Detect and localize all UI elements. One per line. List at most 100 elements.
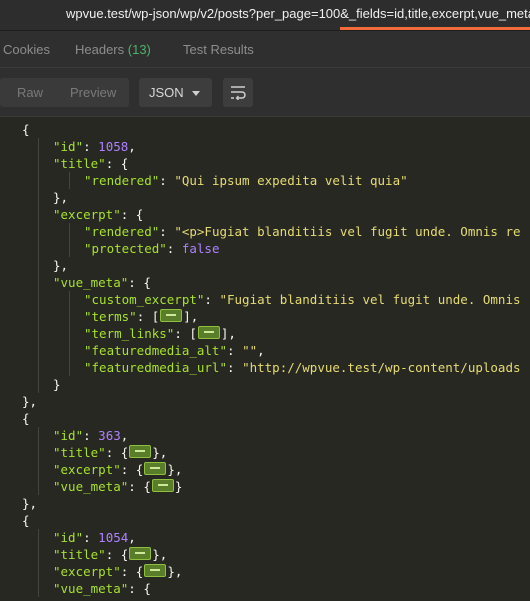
indent-guide (38, 138, 39, 393)
json-key: "rendered" (84, 224, 160, 239)
json-punctuation: }, (53, 190, 69, 205)
json-punctuation: { (22, 411, 30, 426)
collapsed-expand-icon[interactable] (129, 445, 152, 458)
json-punctuation: : (227, 360, 243, 375)
json-line: "rendered": "Qui ipsum expedita velit qu… (84, 172, 408, 189)
json-line: "featuredmedia_alt": "", (84, 342, 265, 359)
json-line: "vue_meta": { (53, 580, 151, 597)
json-key: "title" (53, 445, 106, 460)
json-punctuation: }, (152, 547, 168, 562)
raw-button[interactable]: Raw (17, 85, 43, 100)
json-punctuation: }, (152, 445, 168, 460)
tab-headers[interactable]: Headers (13) (75, 42, 151, 57)
collapsed-expand-icon[interactable] (151, 479, 174, 492)
headers-count-badge: (13) (127, 42, 151, 57)
json-punctuation: }, (167, 564, 183, 579)
json-key: "id" (53, 530, 84, 545)
json-punctuation: : (83, 530, 99, 545)
json-string: "http://wpvue.test/wp-content/uploads (242, 360, 521, 375)
indent-guide (69, 223, 70, 257)
json-line: "id": 363, (53, 427, 128, 444)
indent-guide (38, 427, 39, 495)
json-punctuation: : { (128, 479, 151, 494)
json-punctuation: ], (183, 309, 199, 324)
preview-button[interactable]: Preview (70, 85, 116, 100)
format-select-value: JSON (149, 85, 184, 100)
json-line: }, (53, 257, 68, 274)
collapsed-expand-icon[interactable] (144, 462, 167, 475)
json-line: "title": { (53, 155, 128, 172)
json-line: { (22, 121, 30, 138)
url-bar[interactable]: wpvue.test/wp-json/wp/v2/posts?per_page=… (0, 0, 530, 31)
json-key: "vue_meta" (53, 479, 129, 494)
json-line: "excerpt": { (53, 206, 143, 223)
tab-cookies[interactable]: Cookies (3, 42, 50, 57)
json-string: "Qui ipsum expedita velit quia" (174, 173, 408, 188)
indent-guide (38, 529, 39, 597)
json-line: { (22, 410, 30, 427)
json-punctuation: : (166, 241, 182, 256)
json-punctuation: : { (120, 207, 144, 222)
collapsed-expand-icon[interactable] (129, 547, 152, 560)
json-punctuation: : (204, 292, 220, 307)
json-value: 363 (98, 428, 121, 443)
json-punctuation: : (83, 139, 99, 154)
tab-test-results[interactable]: Test Results (183, 42, 254, 57)
json-line: "vue_meta": { (53, 274, 151, 291)
json-line: }, (22, 393, 37, 410)
json-punctuation: : (83, 428, 99, 443)
json-punctuation: }, (167, 462, 183, 477)
json-value: 1054 (98, 530, 129, 545)
json-string: "Fugiat blanditiis vel fugit unde. Omnis (219, 292, 521, 307)
json-punctuation: , (120, 428, 129, 443)
json-line: "rendered": "<p>Fugiat blanditiis vel fu… (84, 223, 521, 240)
json-key: "excerpt" (53, 207, 121, 222)
json-punctuation: , (128, 139, 136, 154)
json-punctuation: : { (105, 547, 129, 562)
indent-guide (69, 172, 70, 189)
json-punctuation: : (227, 343, 243, 358)
json-punctuation: : { (128, 275, 151, 290)
json-punctuation: : { (120, 564, 144, 579)
json-response-body[interactable]: {"id": 1058, "title": {"rendered": "Qui i… (0, 117, 530, 601)
json-key: "protected" (84, 241, 167, 256)
tab-headers-label: Headers (75, 42, 125, 57)
url-text[interactable]: wpvue.test/wp-json/wp/v2/posts?per_page=… (66, 6, 530, 21)
collapsed-expand-icon[interactable] (144, 564, 167, 577)
response-tabs: Cookies Headers (13) Test Results (0, 31, 530, 68)
json-string: "<p>Fugiat blanditiis vel fugit unde. Om… (174, 224, 521, 239)
json-line: "vue_meta": {} (53, 478, 182, 495)
collapsed-expand-icon[interactable] (160, 309, 183, 322)
json-line: "excerpt": {}, (53, 563, 182, 580)
json-key: "id" (53, 428, 84, 443)
json-key: "excerpt" (53, 462, 121, 477)
json-line: "protected": false (84, 240, 220, 257)
json-punctuation: ], (220, 326, 236, 341)
json-line: { (22, 512, 30, 529)
tab-test-results-label: Test Results (183, 42, 254, 57)
json-line: "id": 1054, (53, 529, 136, 546)
chevron-down-icon (192, 91, 200, 96)
indent-guide (69, 291, 70, 376)
json-line: "term_links": [], (84, 325, 236, 342)
json-line: "custom_excerpt": "Fugiat blanditiis vel… (84, 291, 521, 308)
json-key: "excerpt" (53, 564, 121, 579)
json-string: "" (242, 343, 258, 358)
json-punctuation: : { (120, 462, 144, 477)
view-mode-group: Raw Preview (0, 78, 129, 107)
json-key: "featuredmedia_alt" (84, 343, 227, 358)
json-punctuation: , (128, 530, 136, 545)
json-line: "terms": [], (84, 308, 198, 325)
json-punctuation: { (22, 513, 30, 528)
json-line: "excerpt": {}, (53, 461, 182, 478)
wrap-lines-button[interactable] (223, 78, 253, 107)
json-punctuation: : (159, 224, 175, 239)
format-select[interactable]: JSON (139, 78, 212, 107)
json-punctuation: , (257, 343, 265, 358)
collapsed-expand-icon[interactable] (197, 326, 220, 339)
json-punctuation: : [ (136, 309, 160, 324)
json-key: "id" (53, 139, 84, 154)
json-key: "vue_meta" (53, 581, 129, 596)
json-punctuation: : (159, 173, 175, 188)
json-punctuation: { (22, 122, 30, 137)
